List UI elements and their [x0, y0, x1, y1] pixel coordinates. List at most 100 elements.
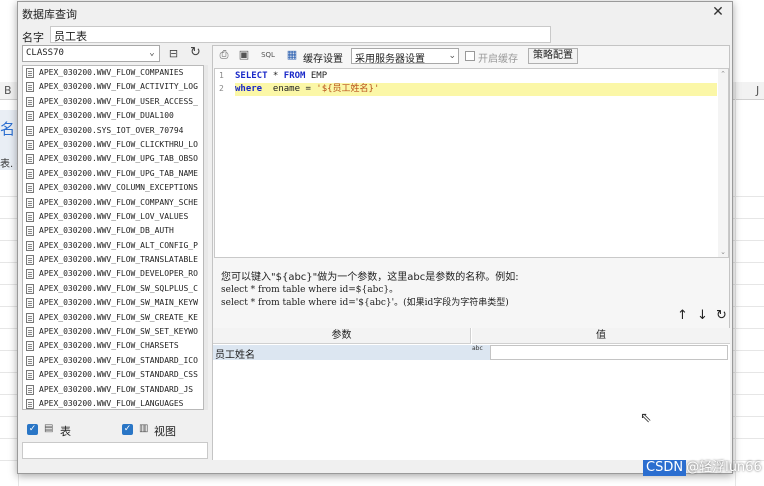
- table-type-icon: ▤: [44, 423, 54, 434]
- object-type-filters: ✓ ▤ 表 ✓ ▥ 视图: [22, 420, 204, 440]
- param-value-input[interactable]: [490, 345, 728, 360]
- enable-cache-checkbox[interactable]: [465, 51, 475, 61]
- dialog-titlebar: 数据库查询 ✕: [18, 2, 732, 24]
- close-icon[interactable]: ✕: [710, 4, 726, 20]
- table-file-icon: [26, 283, 34, 294]
- strategy-config-button[interactable]: 策略配置: [528, 48, 578, 64]
- table-file-icon: [26, 341, 34, 352]
- parameter-help-text: 您可以键入"${abc}"做为一个参数，这里abc是参数的名称。例如:: [221, 272, 519, 283]
- table-item[interactable]: APEX_030200.WWV_FLOW_LOV_VALUES: [23, 210, 203, 224]
- enable-cache-label: 开启缓存: [478, 54, 518, 65]
- table-item[interactable]: APEX_030200.WWV_FLOW_SW_CREATE_KE: [23, 311, 203, 325]
- table-list[interactable]: APEX_030200.WWV_FLOW_COMPANIES APEX_0302…: [22, 65, 204, 410]
- table-item[interactable]: APEX_030200.WWV_FLOW_ALT_CONFIG_P: [23, 239, 203, 253]
- table-item[interactable]: APEX_030200.WWV_FLOW_COMPANY_SCHE: [23, 196, 203, 210]
- view-checkbox-label: 视图: [154, 425, 176, 438]
- text-type-icon: abc: [472, 345, 483, 352]
- watermark-user: @轻浮lun66: [686, 460, 762, 475]
- code-line: SELECT * FROM EMP: [235, 71, 328, 81]
- table-item[interactable]: APEX_030200.SYS_IOT_OVER_70794: [23, 124, 203, 138]
- view-type-icon: ▥: [139, 423, 149, 434]
- preview-icon[interactable]: ⎙: [217, 48, 231, 62]
- sql-format-icon[interactable]: SQL: [261, 48, 275, 62]
- table-item[interactable]: APEX_030200.WWV_FLOW_DUAL100: [23, 109, 203, 123]
- table-item[interactable]: APEX_030200.WWV_FLOW_CLICKTHRU_LO: [23, 138, 203, 152]
- line-number-gutter: 1 2: [215, 69, 233, 257]
- table-item[interactable]: APEX_030200.WWV_FLOW_ACTIVITY_LOG: [23, 80, 203, 94]
- sql-editor-panel: ⎙ ▣ SQL ▦ 缓存设置 采用服务器设置 ⌄ 开启缓存 策略配置 1 2 S…: [212, 45, 730, 460]
- table-item[interactable]: APEX_030200.WWV_FLOW_STANDARD_CSS: [23, 368, 203, 382]
- table-file-icon: [26, 327, 34, 338]
- watermark: CSDN @轻浮lun66: [643, 460, 762, 476]
- refresh-icon[interactable]: ↻: [188, 45, 203, 60]
- schema-select[interactable]: CLASS70 ⌄: [22, 45, 160, 62]
- table-file-icon: [26, 68, 34, 78]
- move-up-icon[interactable]: ↑: [677, 308, 688, 323]
- table-item[interactable]: APEX_030200.WWV_COLUMN_EXCEPTIONS: [23, 181, 203, 195]
- scroll-down-icon[interactable]: ⌄: [719, 248, 727, 256]
- table-file-icon: [26, 211, 34, 222]
- line-number: 1: [219, 71, 224, 80]
- table-file-icon: [26, 355, 34, 366]
- schema-select-value: CLASS70: [26, 48, 64, 58]
- table-browser-panel: CLASS70 ⌄ ⊟ ↻ APEX_030200.WWV_FLOW_COMPA…: [22, 45, 208, 460]
- table-checkbox[interactable]: ✓: [27, 424, 38, 435]
- search-table-icon[interactable]: ⊟: [166, 46, 181, 61]
- table-item[interactable]: APEX_030200.WWV_FLOW_SW_MAIN_KEYW: [23, 296, 203, 310]
- chevron-down-icon: ⌄: [448, 51, 456, 61]
- scroll-up-icon[interactable]: ⌃: [719, 70, 727, 78]
- save-icon[interactable]: ▣: [237, 48, 251, 62]
- table-filter-input[interactable]: [22, 442, 208, 459]
- table-item[interactable]: APEX_030200.WWV_FLOW_LANGUAGES: [23, 397, 203, 409]
- watermark-brand: CSDN: [643, 460, 687, 476]
- editor-scrollbar[interactable]: ⌃ ⌄: [718, 69, 728, 257]
- table-file-icon: [26, 312, 34, 323]
- table-file-icon: [26, 183, 34, 194]
- table-file-icon: [26, 370, 34, 381]
- move-down-icon[interactable]: ↓: [697, 308, 708, 323]
- table-file-icon: [26, 96, 34, 107]
- value-column-header: 值: [472, 328, 730, 344]
- table-item[interactable]: APEX_030200.WWV_FLOW_SW_SQLPLUS_C: [23, 282, 203, 296]
- column-label-j: J: [756, 84, 760, 97]
- line-number: 2: [219, 84, 224, 93]
- table-list-scrollbar[interactable]: [204, 65, 208, 410]
- view-checkbox[interactable]: ✓: [122, 424, 133, 435]
- cache-mode-value: 采用服务器设置: [355, 54, 425, 65]
- table-item[interactable]: APEX_030200.WWV_FLOW_USER_ACCESS_: [23, 95, 203, 109]
- table-item[interactable]: APEX_030200.WWV_FLOW_COMPANIES: [23, 66, 203, 80]
- table-file-icon: [26, 298, 34, 309]
- table-item[interactable]: APEX_030200.WWV_FLOW_CHARSETS: [23, 339, 203, 353]
- table-file-icon: [26, 154, 34, 165]
- table-item[interactable]: APEX_030200.WWV_FLOW_STANDARD_ICO: [23, 354, 203, 368]
- table-file-icon: [26, 398, 34, 409]
- database-query-dialog: 数据库查询 ✕ 名字 员工表 CLASS70 ⌄ ⊟ ↻ APEX_030200…: [17, 1, 733, 474]
- table-item[interactable]: APEX_030200.WWV_FLOW_UPG_TAB_OBSO: [23, 152, 203, 166]
- table-item[interactable]: APEX_030200.WWV_FLOW_STANDARD_JS: [23, 383, 203, 397]
- table-item[interactable]: APEX_030200.WWV_FLOW_DEVELOPER_RO: [23, 267, 203, 281]
- name-label: 名字: [22, 31, 44, 44]
- cache-settings-icon[interactable]: ▦: [285, 48, 299, 62]
- help-example-2: select * from table where id='${abc}'。(如…: [221, 298, 509, 308]
- table-checkbox-label: 表: [60, 425, 71, 438]
- refresh-params-icon[interactable]: ↻: [716, 308, 727, 323]
- table-file-icon: [26, 82, 34, 93]
- table-item[interactable]: APEX_030200.WWV_FLOW_UPG_TAB_NAME: [23, 167, 203, 181]
- table-file-icon: [26, 125, 34, 136]
- parameter-table: 参数 值 员工姓名 abc: [213, 328, 730, 460]
- table-file-icon: [26, 255, 34, 266]
- table-file-icon: [26, 226, 34, 237]
- cache-mode-select[interactable]: 采用服务器设置 ⌄: [351, 48, 459, 65]
- table-file-icon: [26, 168, 34, 179]
- chevron-down-icon: ⌄: [149, 48, 155, 58]
- table-file-icon: [26, 197, 34, 208]
- table-item[interactable]: APEX_030200.WWV_FLOW_TRANSLATABLE: [23, 253, 203, 267]
- mouse-cursor-icon: ⇖: [640, 410, 652, 426]
- name-input[interactable]: 员工表: [50, 26, 551, 43]
- bg-text-fragment: 名: [0, 120, 16, 138]
- sql-editor[interactable]: 1 2 SELECT * FROM EMP where ename = '${员…: [214, 68, 729, 258]
- param-column-header: 参数: [213, 328, 471, 344]
- help-example-1: select * from table where id=${abc}。: [221, 285, 399, 295]
- table-item[interactable]: APEX_030200.WWV_FLOW_DB_AUTH: [23, 224, 203, 238]
- table-item[interactable]: APEX_030200.WWV_FLOW_SW_SET_KEYWO: [23, 325, 203, 339]
